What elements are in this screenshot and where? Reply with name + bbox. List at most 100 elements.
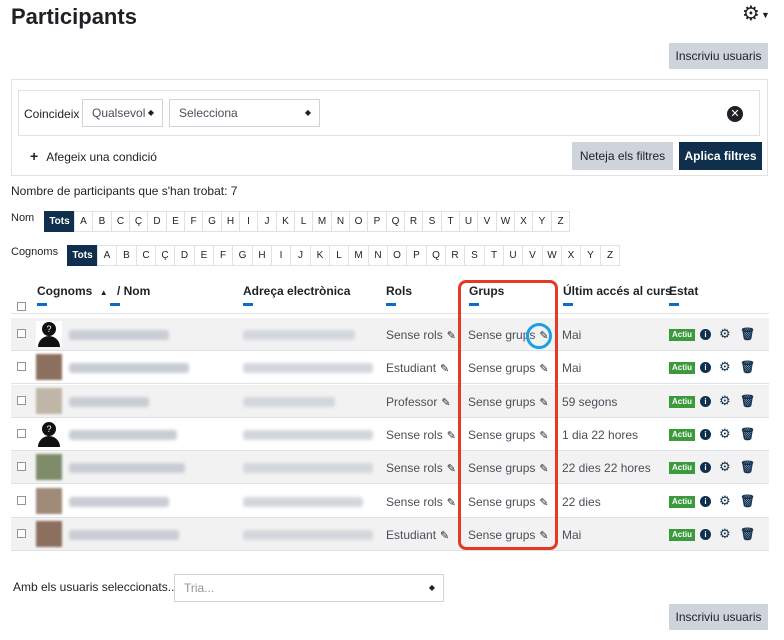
name-hide-icon[interactable] bbox=[110, 303, 120, 306]
surname-initial-letter[interactable]: K bbox=[310, 245, 330, 266]
surname-initial-letter[interactable]: Z bbox=[600, 245, 620, 266]
participant-name-redacted[interactable] bbox=[69, 463, 185, 473]
page-settings-menu[interactable]: ⚙▼ bbox=[742, 1, 770, 26]
select-all-checkbox[interactable] bbox=[17, 302, 26, 311]
participant-name-redacted[interactable] bbox=[69, 430, 177, 440]
trash-icon[interactable]: 🗑 bbox=[740, 494, 755, 508]
pencil-icon[interactable]: ✎ bbox=[440, 530, 449, 542]
participant-name-redacted[interactable] bbox=[69, 363, 189, 373]
first-name-initial-letter[interactable]: A bbox=[74, 211, 93, 232]
trash-icon[interactable]: 🗑 bbox=[740, 427, 755, 441]
first-name-initial-letter[interactable]: H bbox=[221, 211, 240, 232]
surname-column-header[interactable]: Cognoms ▲ / Nom bbox=[37, 284, 150, 298]
surname-initial-letter[interactable]: X bbox=[561, 245, 581, 266]
first-name-initial-letter[interactable]: T bbox=[441, 211, 460, 232]
first-name-initial-letter[interactable]: S bbox=[422, 211, 442, 232]
trash-icon[interactable]: 🗑 bbox=[740, 527, 755, 541]
pencil-icon[interactable]: ✎ bbox=[447, 463, 456, 475]
first-name-initial-letter[interactable]: G bbox=[202, 211, 222, 232]
row-select-checkbox[interactable] bbox=[17, 329, 26, 338]
add-condition-link[interactable]: + Afegeix una condició bbox=[30, 148, 157, 164]
surname-initial-letter[interactable]: A bbox=[97, 245, 117, 266]
email-hide-icon[interactable] bbox=[243, 303, 253, 306]
participant-name-redacted[interactable] bbox=[69, 497, 169, 507]
participant-name-redacted[interactable] bbox=[69, 330, 169, 340]
surname-initial-letter[interactable]: N bbox=[368, 245, 388, 266]
surname-initial-letter[interactable]: L bbox=[329, 245, 349, 266]
info-icon[interactable]: i bbox=[700, 429, 711, 440]
first-name-initial-letter[interactable]: K bbox=[276, 211, 295, 232]
surname-initial-letter[interactable]: J bbox=[290, 245, 311, 266]
surname-initial-letter[interactable]: F bbox=[213, 245, 233, 266]
bulk-action-select[interactable]: Tria... ◆ bbox=[174, 574, 444, 602]
row-select-checkbox[interactable] bbox=[17, 529, 26, 538]
name-header-label[interactable]: / Nom bbox=[117, 284, 150, 298]
surname-initial-letter[interactable]: S bbox=[464, 245, 485, 266]
first-name-initial-letter[interactable]: J bbox=[257, 211, 277, 232]
info-icon[interactable]: i bbox=[700, 396, 711, 407]
first-name-initial-letter[interactable]: B bbox=[92, 211, 112, 232]
user-avatar[interactable] bbox=[36, 488, 62, 514]
first-name-initial-letter[interactable]: C bbox=[111, 211, 130, 232]
info-icon[interactable]: i bbox=[700, 362, 711, 373]
surname-initial-letter[interactable]: Ç bbox=[155, 245, 175, 266]
first-name-initial-letter[interactable]: Q bbox=[386, 211, 405, 232]
surname-initial-letter[interactable]: C bbox=[136, 245, 156, 266]
first-name-initial-letter[interactable]: D bbox=[147, 211, 167, 232]
first-name-initial-letter[interactable]: R bbox=[404, 211, 423, 232]
surname-initial-letter[interactable]: I bbox=[271, 245, 291, 266]
trash-icon[interactable]: 🗑 bbox=[740, 460, 755, 474]
first-name-initial-letter[interactable]: W bbox=[496, 211, 515, 232]
surname-initial-letter[interactable]: P bbox=[406, 245, 427, 266]
surname-initial-letter[interactable]: T bbox=[484, 245, 504, 266]
trash-icon[interactable]: 🗑 bbox=[740, 327, 755, 341]
surname-initial-letter[interactable]: G bbox=[232, 245, 253, 266]
email-column-header[interactable]: Adreça electrònica bbox=[243, 284, 350, 298]
gear-icon[interactable]: ⚙ bbox=[719, 426, 731, 442]
row-select-checkbox[interactable] bbox=[17, 496, 26, 505]
first-name-initial-letter[interactable]: U bbox=[459, 211, 478, 232]
row-select-checkbox[interactable] bbox=[17, 429, 26, 438]
gear-icon[interactable]: ⚙ bbox=[719, 326, 731, 342]
first-name-initial-letter[interactable]: I bbox=[239, 211, 258, 232]
last-access-hide-icon[interactable] bbox=[563, 303, 573, 306]
first-name-initial-letter[interactable]: Y bbox=[532, 211, 552, 232]
surname-initial-letter[interactable]: B bbox=[116, 245, 137, 266]
first-name-initial-letter[interactable]: F bbox=[184, 211, 203, 232]
pencil-icon[interactable]: ✎ bbox=[441, 397, 450, 409]
first-name-initial-letter[interactable]: N bbox=[331, 211, 350, 232]
trash-icon[interactable]: 🗑 bbox=[740, 360, 755, 374]
default-avatar-icon[interactable]: ? bbox=[36, 421, 62, 447]
remove-condition-icon[interactable]: ✕ bbox=[727, 106, 743, 122]
gear-icon[interactable]: ⚙ bbox=[719, 493, 731, 509]
last-access-column-header[interactable]: Últim accés al curs bbox=[563, 284, 672, 298]
surname-initial-letter[interactable]: V bbox=[522, 245, 543, 266]
first-name-initial-letter[interactable]: O bbox=[349, 211, 368, 232]
pencil-icon[interactable]: ✎ bbox=[447, 330, 456, 342]
first-name-initial-letter[interactable]: X bbox=[514, 211, 533, 232]
surname-initial-letter[interactable]: Q bbox=[426, 245, 446, 266]
surname-initial-letter[interactable]: O bbox=[387, 245, 407, 266]
row-select-checkbox[interactable] bbox=[17, 462, 26, 471]
enrol-users-button-bottom[interactable]: Inscriviu usuaris bbox=[669, 604, 768, 630]
participant-name-redacted[interactable] bbox=[69, 530, 179, 540]
first-name-initial-letter[interactable]: E bbox=[166, 211, 185, 232]
first-name-initial-letter[interactable]: M bbox=[312, 211, 332, 232]
surname-initial-letter[interactable]: H bbox=[252, 245, 272, 266]
participant-name-redacted[interactable] bbox=[69, 397, 149, 407]
trash-icon[interactable]: 🗑 bbox=[740, 394, 755, 408]
user-avatar[interactable] bbox=[36, 354, 62, 380]
first-name-initial-letter[interactable]: V bbox=[477, 211, 497, 232]
surname-hide-icon[interactable] bbox=[37, 303, 47, 306]
status-column-header[interactable]: Estat bbox=[669, 284, 698, 298]
gear-icon[interactable]: ⚙ bbox=[719, 359, 731, 375]
gear-icon[interactable]: ⚙ bbox=[719, 393, 731, 409]
surname-initial-letter[interactable]: E bbox=[194, 245, 214, 266]
user-avatar[interactable] bbox=[36, 454, 62, 480]
match-select[interactable]: Qualsevol ◆ bbox=[82, 99, 163, 127]
pencil-icon[interactable]: ✎ bbox=[447, 497, 456, 509]
gear-icon[interactable]: ⚙ bbox=[719, 526, 731, 542]
first-name-initial-letter[interactable]: P bbox=[367, 211, 387, 232]
clear-filters-button[interactable]: Neteja els filtres bbox=[572, 142, 673, 170]
row-select-checkbox[interactable] bbox=[17, 396, 26, 405]
